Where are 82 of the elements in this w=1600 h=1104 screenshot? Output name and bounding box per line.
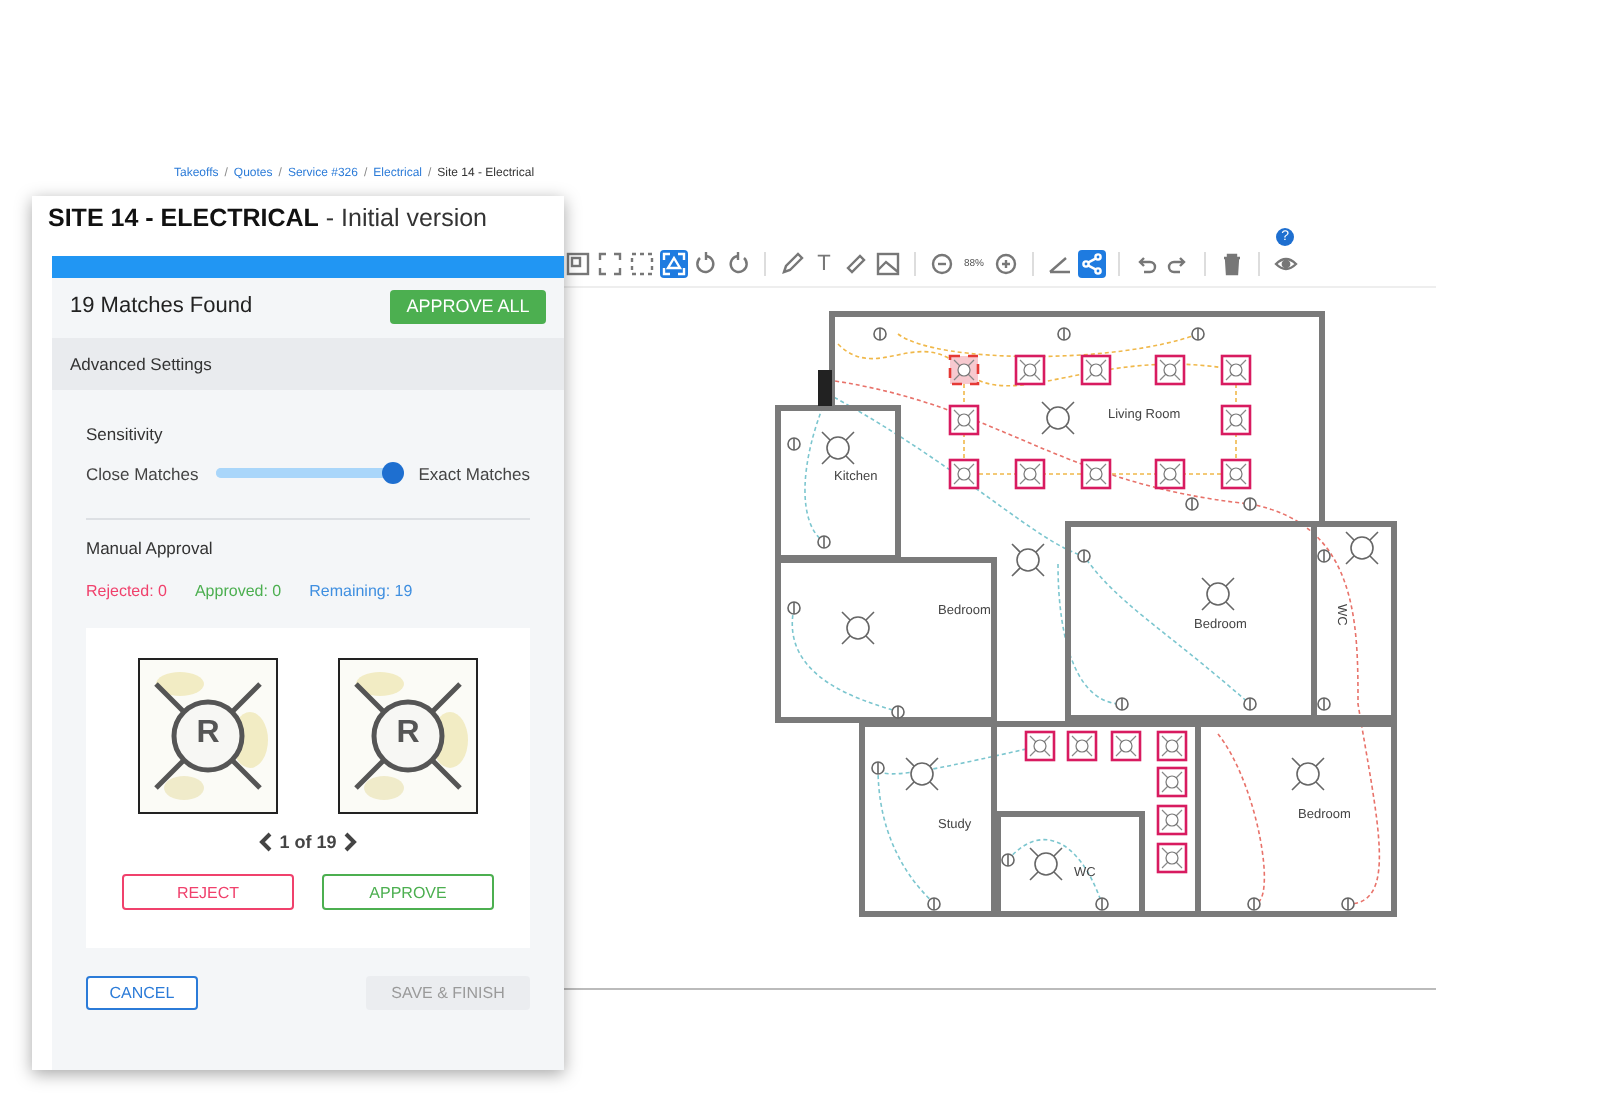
match-marker[interactable] [1156, 842, 1188, 874]
match-marker[interactable] [1110, 730, 1142, 762]
match-marker[interactable] [1156, 804, 1188, 836]
match-marker[interactable] [1156, 730, 1188, 762]
outlet-icon [927, 897, 941, 911]
advanced-settings-header[interactable]: Advanced Settings [52, 338, 564, 390]
ruler-tool-button[interactable] [842, 250, 870, 278]
frame-tool-button[interactable] [564, 250, 592, 278]
match-marker[interactable] [1024, 730, 1056, 762]
outlet-icon [1317, 697, 1331, 711]
status-count: Remaining: 19 [309, 582, 413, 600]
approve-all-button[interactable]: APPROVE ALL [390, 289, 546, 323]
outlet-icon [1247, 897, 1261, 911]
status-count: Approved: 0 [194, 582, 282, 600]
outlet-icon [1057, 327, 1071, 341]
text-tool-button[interactable]: T [810, 250, 838, 278]
outlet-icon [817, 535, 831, 549]
match-marker[interactable] [948, 354, 980, 386]
outlet-icon [1243, 497, 1257, 511]
outlet-icon [1115, 697, 1129, 711]
match-marker[interactable] [1156, 766, 1188, 798]
rotate-right-tool-button[interactable] [724, 250, 752, 278]
symbol-thumbnail: R [338, 658, 478, 814]
match-marker[interactable] [1014, 458, 1046, 490]
symbol-thumbnail: R [138, 658, 278, 814]
image-tool-button[interactable] [874, 250, 902, 278]
match-marker[interactable] [948, 458, 980, 490]
match-marker[interactable] [1154, 354, 1186, 386]
next-button[interactable] [344, 832, 359, 852]
match-marker[interactable] [1220, 458, 1252, 490]
section-title: Manual Approval [86, 538, 215, 558]
light-fixture-icon [841, 611, 875, 645]
light-fixture-icon [1201, 577, 1235, 611]
match-marker[interactable] [1154, 458, 1186, 490]
outlet-icon [1001, 853, 1015, 867]
light-fixture-icon [1029, 847, 1063, 881]
zoom-in-tool-button[interactable] [992, 250, 1021, 278]
status-count: Rejected: 0 [86, 582, 167, 600]
outlet-icon [1185, 497, 1199, 511]
detect-tool-button[interactable] [660, 250, 688, 278]
match-marker[interactable] [1066, 730, 1098, 762]
approve-button[interactable]: APPROVE [322, 874, 494, 910]
light-fixture-icon [821, 431, 855, 465]
outlet-icon [1095, 897, 1109, 911]
light-fixture-icon [1011, 543, 1045, 577]
light-fixture-icon [1291, 757, 1325, 791]
slider-thumb[interactable] [382, 462, 405, 484]
match-marker[interactable] [1080, 458, 1112, 490]
outlet-icon [787, 437, 801, 451]
panel-title: SITE 14 - ELECTRICAL - Initial version [46, 202, 489, 236]
match-marker[interactable] [1080, 354, 1112, 386]
section-title: Sensitivity [86, 424, 165, 444]
previous-button[interactable] [257, 832, 272, 852]
zoom-out-tool-button[interactable] [928, 250, 956, 278]
match-marker[interactable] [948, 404, 980, 436]
slider-max-label: Exact Matches [418, 463, 530, 483]
outlet-icon [1243, 697, 1257, 711]
sensitivity-slider[interactable] [216, 462, 401, 484]
share-tool-button[interactable] [1078, 250, 1107, 278]
match-marker[interactable] [1014, 354, 1046, 386]
outlet-icon [1317, 549, 1331, 563]
pencil-tool-button[interactable] [778, 250, 806, 278]
rotate-left-tool-button[interactable] [692, 250, 720, 278]
outlet-icon [787, 601, 801, 615]
matches-count: 19 Matches Found [70, 294, 253, 318]
outlet-icon [1077, 549, 1091, 563]
pager-label: 1 of 19 [279, 832, 337, 852]
outlet-icon [1191, 327, 1205, 341]
light-fixture-icon [905, 757, 939, 791]
match-marker[interactable] [1220, 354, 1252, 386]
dashed-box-tool-button[interactable] [628, 250, 656, 278]
outlet-icon [1341, 897, 1355, 911]
slider-min-label: Close Matches [86, 463, 199, 483]
reject-button[interactable]: REJECT [122, 874, 294, 910]
light-fixture-icon [1345, 531, 1379, 565]
outlet-icon [891, 705, 905, 719]
outlet-icon [873, 327, 887, 341]
outlet-icon [871, 761, 885, 775]
cancel-button[interactable]: CANCEL [86, 976, 198, 1010]
light-fixture-icon [1041, 401, 1075, 435]
fullscreen-tool-button[interactable] [596, 250, 624, 278]
match-marker[interactable] [1220, 404, 1252, 436]
